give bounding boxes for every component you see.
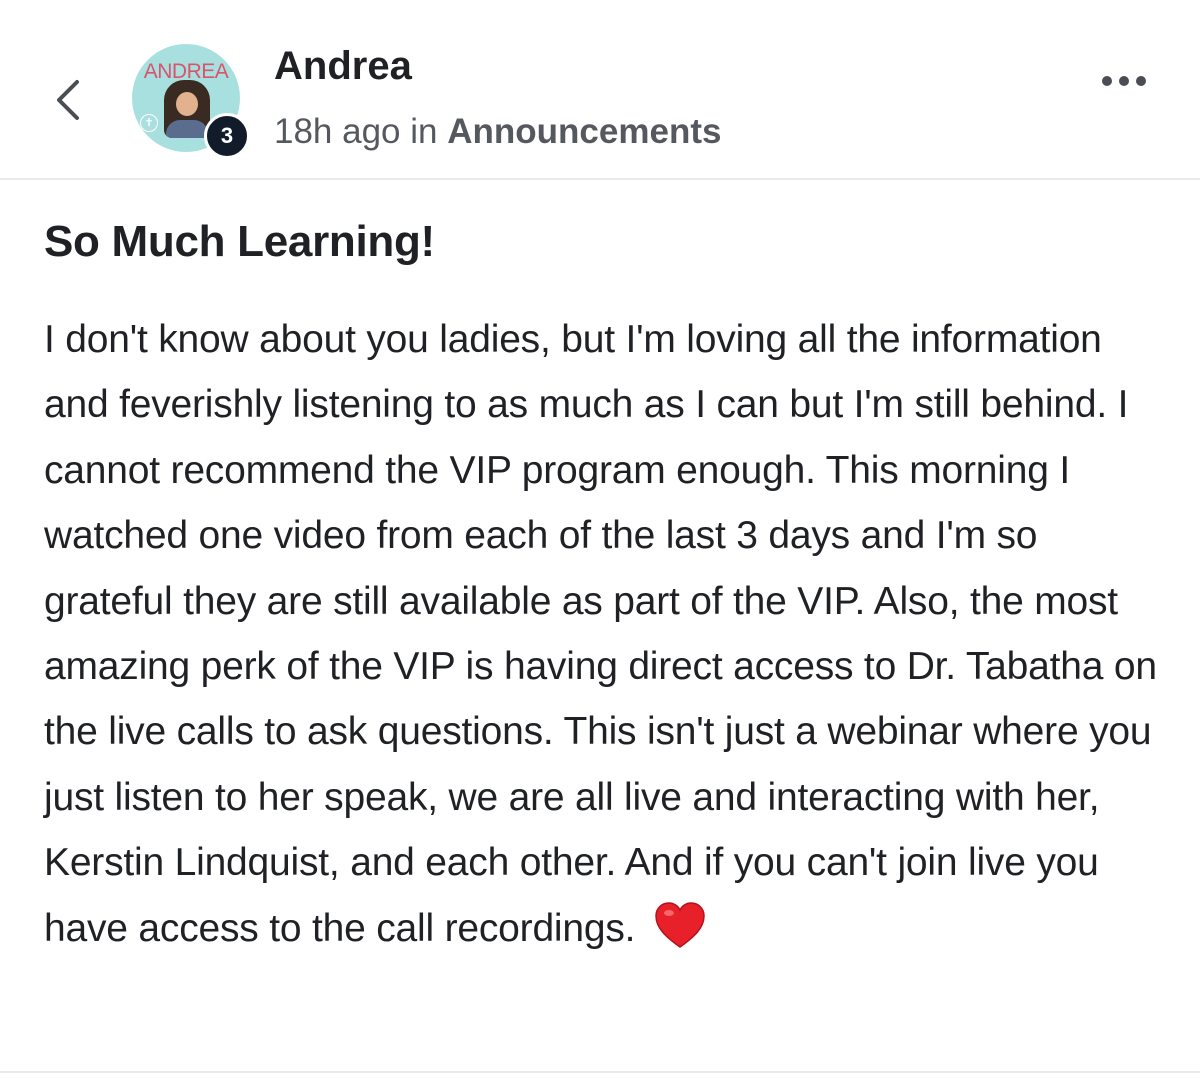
avatar-face (176, 92, 198, 116)
avatar-photo (164, 80, 210, 138)
meta-in-word: in (410, 112, 438, 151)
avatar-shirt (166, 120, 208, 138)
cross-icon: ✝ (140, 114, 158, 132)
chevron-left-icon (57, 80, 79, 120)
category-link[interactable]: Announcements (447, 112, 721, 151)
divider (0, 1071, 1200, 1073)
heart-icon (655, 901, 705, 948)
post-body: I don't know about you ladies, but I'm l… (44, 307, 1169, 961)
level-badge: 3 (204, 113, 250, 159)
author-name[interactable]: Andrea (274, 44, 412, 89)
more-horizontal-icon (1102, 76, 1146, 86)
post-title: So Much Learning! (44, 217, 435, 266)
back-button[interactable] (40, 70, 96, 130)
post-meta: 18h ago in Announcements (274, 112, 721, 152)
post-body-text: I don't know about you ladies, but I'm l… (44, 318, 1157, 950)
post-timestamp: 18h ago (274, 112, 401, 151)
more-options-button[interactable] (1096, 64, 1152, 98)
post-header: ANDREA ✝ 3 Andrea 18h ago in Announcemen… (0, 0, 1200, 180)
